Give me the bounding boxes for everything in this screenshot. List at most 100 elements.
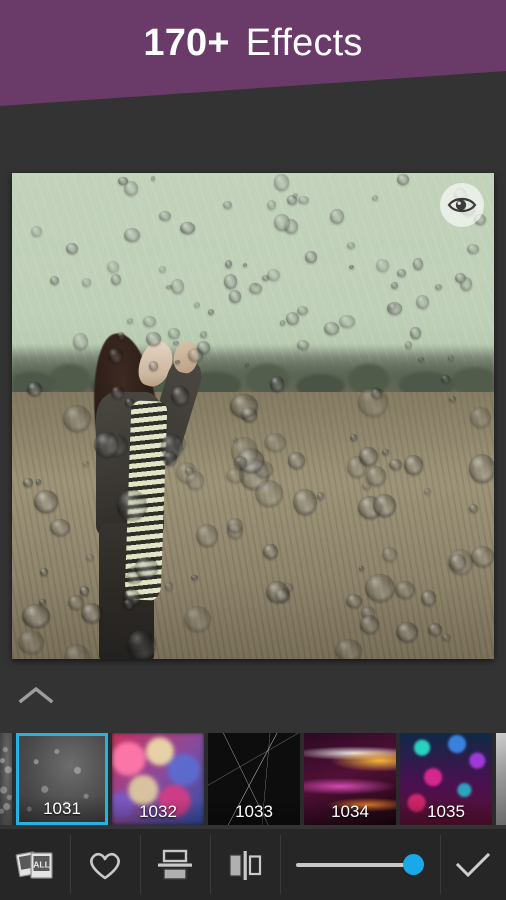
water-droplet <box>191 574 198 581</box>
water-droplet <box>397 269 406 277</box>
water-droplet <box>50 275 60 285</box>
water-droplet <box>196 523 219 547</box>
water-droplet <box>126 318 133 324</box>
water-droplet <box>63 404 92 433</box>
water-droplet <box>170 279 185 294</box>
water-droplet <box>296 306 308 315</box>
water-droplet <box>66 242 78 255</box>
water-droplet <box>208 309 214 316</box>
water-droplet <box>135 557 158 579</box>
eye-icon[interactable] <box>440 183 484 227</box>
thumbnail-1032[interactable]: 1032 <box>112 733 204 825</box>
water-droplet <box>146 332 162 347</box>
water-droplet <box>273 214 290 232</box>
thumbnail-partial[interactable] <box>496 733 506 825</box>
water-droplet <box>335 638 362 659</box>
vertical-split-compare-icon[interactable] <box>210 829 280 900</box>
water-droplet <box>412 258 424 271</box>
photo-preview[interactable] <box>12 173 494 659</box>
water-droplet <box>441 633 451 642</box>
water-droplet <box>388 459 403 471</box>
water-droplet <box>469 407 491 429</box>
slider-control[interactable] <box>296 854 424 876</box>
water-droplet <box>50 518 70 537</box>
water-droplet <box>107 261 120 273</box>
water-droplet <box>415 294 430 310</box>
water-droplet <box>317 492 325 501</box>
water-droplet <box>410 327 422 339</box>
water-droplet <box>123 598 135 609</box>
all-effects-icon[interactable]: ALL <box>0 829 70 900</box>
water-droplet <box>36 479 42 486</box>
thumbnail-image <box>496 733 506 825</box>
water-droplet <box>85 554 94 562</box>
bottom-toolbar: ALL <box>0 829 506 900</box>
water-droplet <box>305 250 317 264</box>
thumbnail-1034[interactable]: 1034 <box>304 733 396 825</box>
water-droplet <box>298 195 309 205</box>
app-root: 170+ Effects 1031 1032 1033 1034 1035 AL… <box>0 0 506 900</box>
effect-thumbnail-strip[interactable]: 1031 1032 1033 1034 1035 <box>0 733 506 825</box>
slider-thumb[interactable] <box>403 854 424 875</box>
water-droplet <box>390 281 398 290</box>
water-droplet <box>123 228 140 243</box>
thumbnail-1035[interactable]: 1035 <box>400 733 492 825</box>
water-droplet <box>223 200 233 209</box>
water-droplet <box>293 488 317 516</box>
water-droplet <box>396 622 418 643</box>
horizontal-split-compare-icon[interactable] <box>140 829 210 900</box>
water-droplet <box>67 595 84 611</box>
opacity-slider[interactable] <box>280 829 440 900</box>
water-droplet <box>381 547 397 563</box>
water-droplet <box>148 361 159 372</box>
water-droplet <box>467 243 479 255</box>
thumbnail-partial[interactable] <box>0 733 12 825</box>
water-droplet <box>339 315 355 328</box>
chevron-up-icon[interactable] <box>14 678 58 712</box>
water-droplet <box>359 566 365 572</box>
heart-icon[interactable] <box>70 829 140 900</box>
water-droplet <box>361 482 372 491</box>
water-droplet <box>82 278 92 287</box>
water-droplet <box>244 362 249 367</box>
water-droplet <box>421 590 437 607</box>
water-droplet <box>124 398 134 407</box>
water-droplet <box>471 546 494 568</box>
water-droplet <box>249 282 262 294</box>
thumbnail-1033[interactable]: 1033 <box>208 733 300 825</box>
water-droplet <box>279 320 286 326</box>
water-droplet <box>273 174 290 192</box>
water-droplet <box>293 193 299 199</box>
thumbnail-label: 1033 <box>208 799 300 825</box>
water-droplet <box>199 331 208 339</box>
water-droplet <box>346 242 356 250</box>
water-droplet <box>323 322 339 335</box>
water-droplet <box>229 289 241 303</box>
water-droplet <box>396 174 409 185</box>
thumbnail-label: 1035 <box>400 799 492 825</box>
water-droplet-overlay <box>12 173 494 659</box>
water-droplet <box>372 195 379 202</box>
water-droplet <box>116 332 125 340</box>
water-droplet <box>27 381 42 397</box>
water-droplet <box>382 449 389 455</box>
water-droplet <box>267 200 276 211</box>
water-droplet <box>447 354 455 361</box>
water-droplet <box>79 586 90 596</box>
thumbnail-image <box>0 733 12 825</box>
water-droplet <box>72 333 88 350</box>
water-droplet <box>345 594 363 608</box>
slider-track[interactable] <box>296 862 406 867</box>
water-droplet <box>194 302 201 308</box>
water-droplet <box>31 225 42 237</box>
water-droplet <box>296 340 309 351</box>
water-droplet <box>468 453 494 483</box>
water-droplet <box>126 630 157 659</box>
water-droplet <box>224 259 233 268</box>
water-droplet <box>455 272 467 283</box>
water-droplet <box>427 622 443 636</box>
water-droplet <box>469 503 479 513</box>
checkmark-icon[interactable] <box>440 829 506 900</box>
water-droplet <box>34 490 59 513</box>
thumbnail-1031[interactable]: 1031 <box>16 733 108 825</box>
